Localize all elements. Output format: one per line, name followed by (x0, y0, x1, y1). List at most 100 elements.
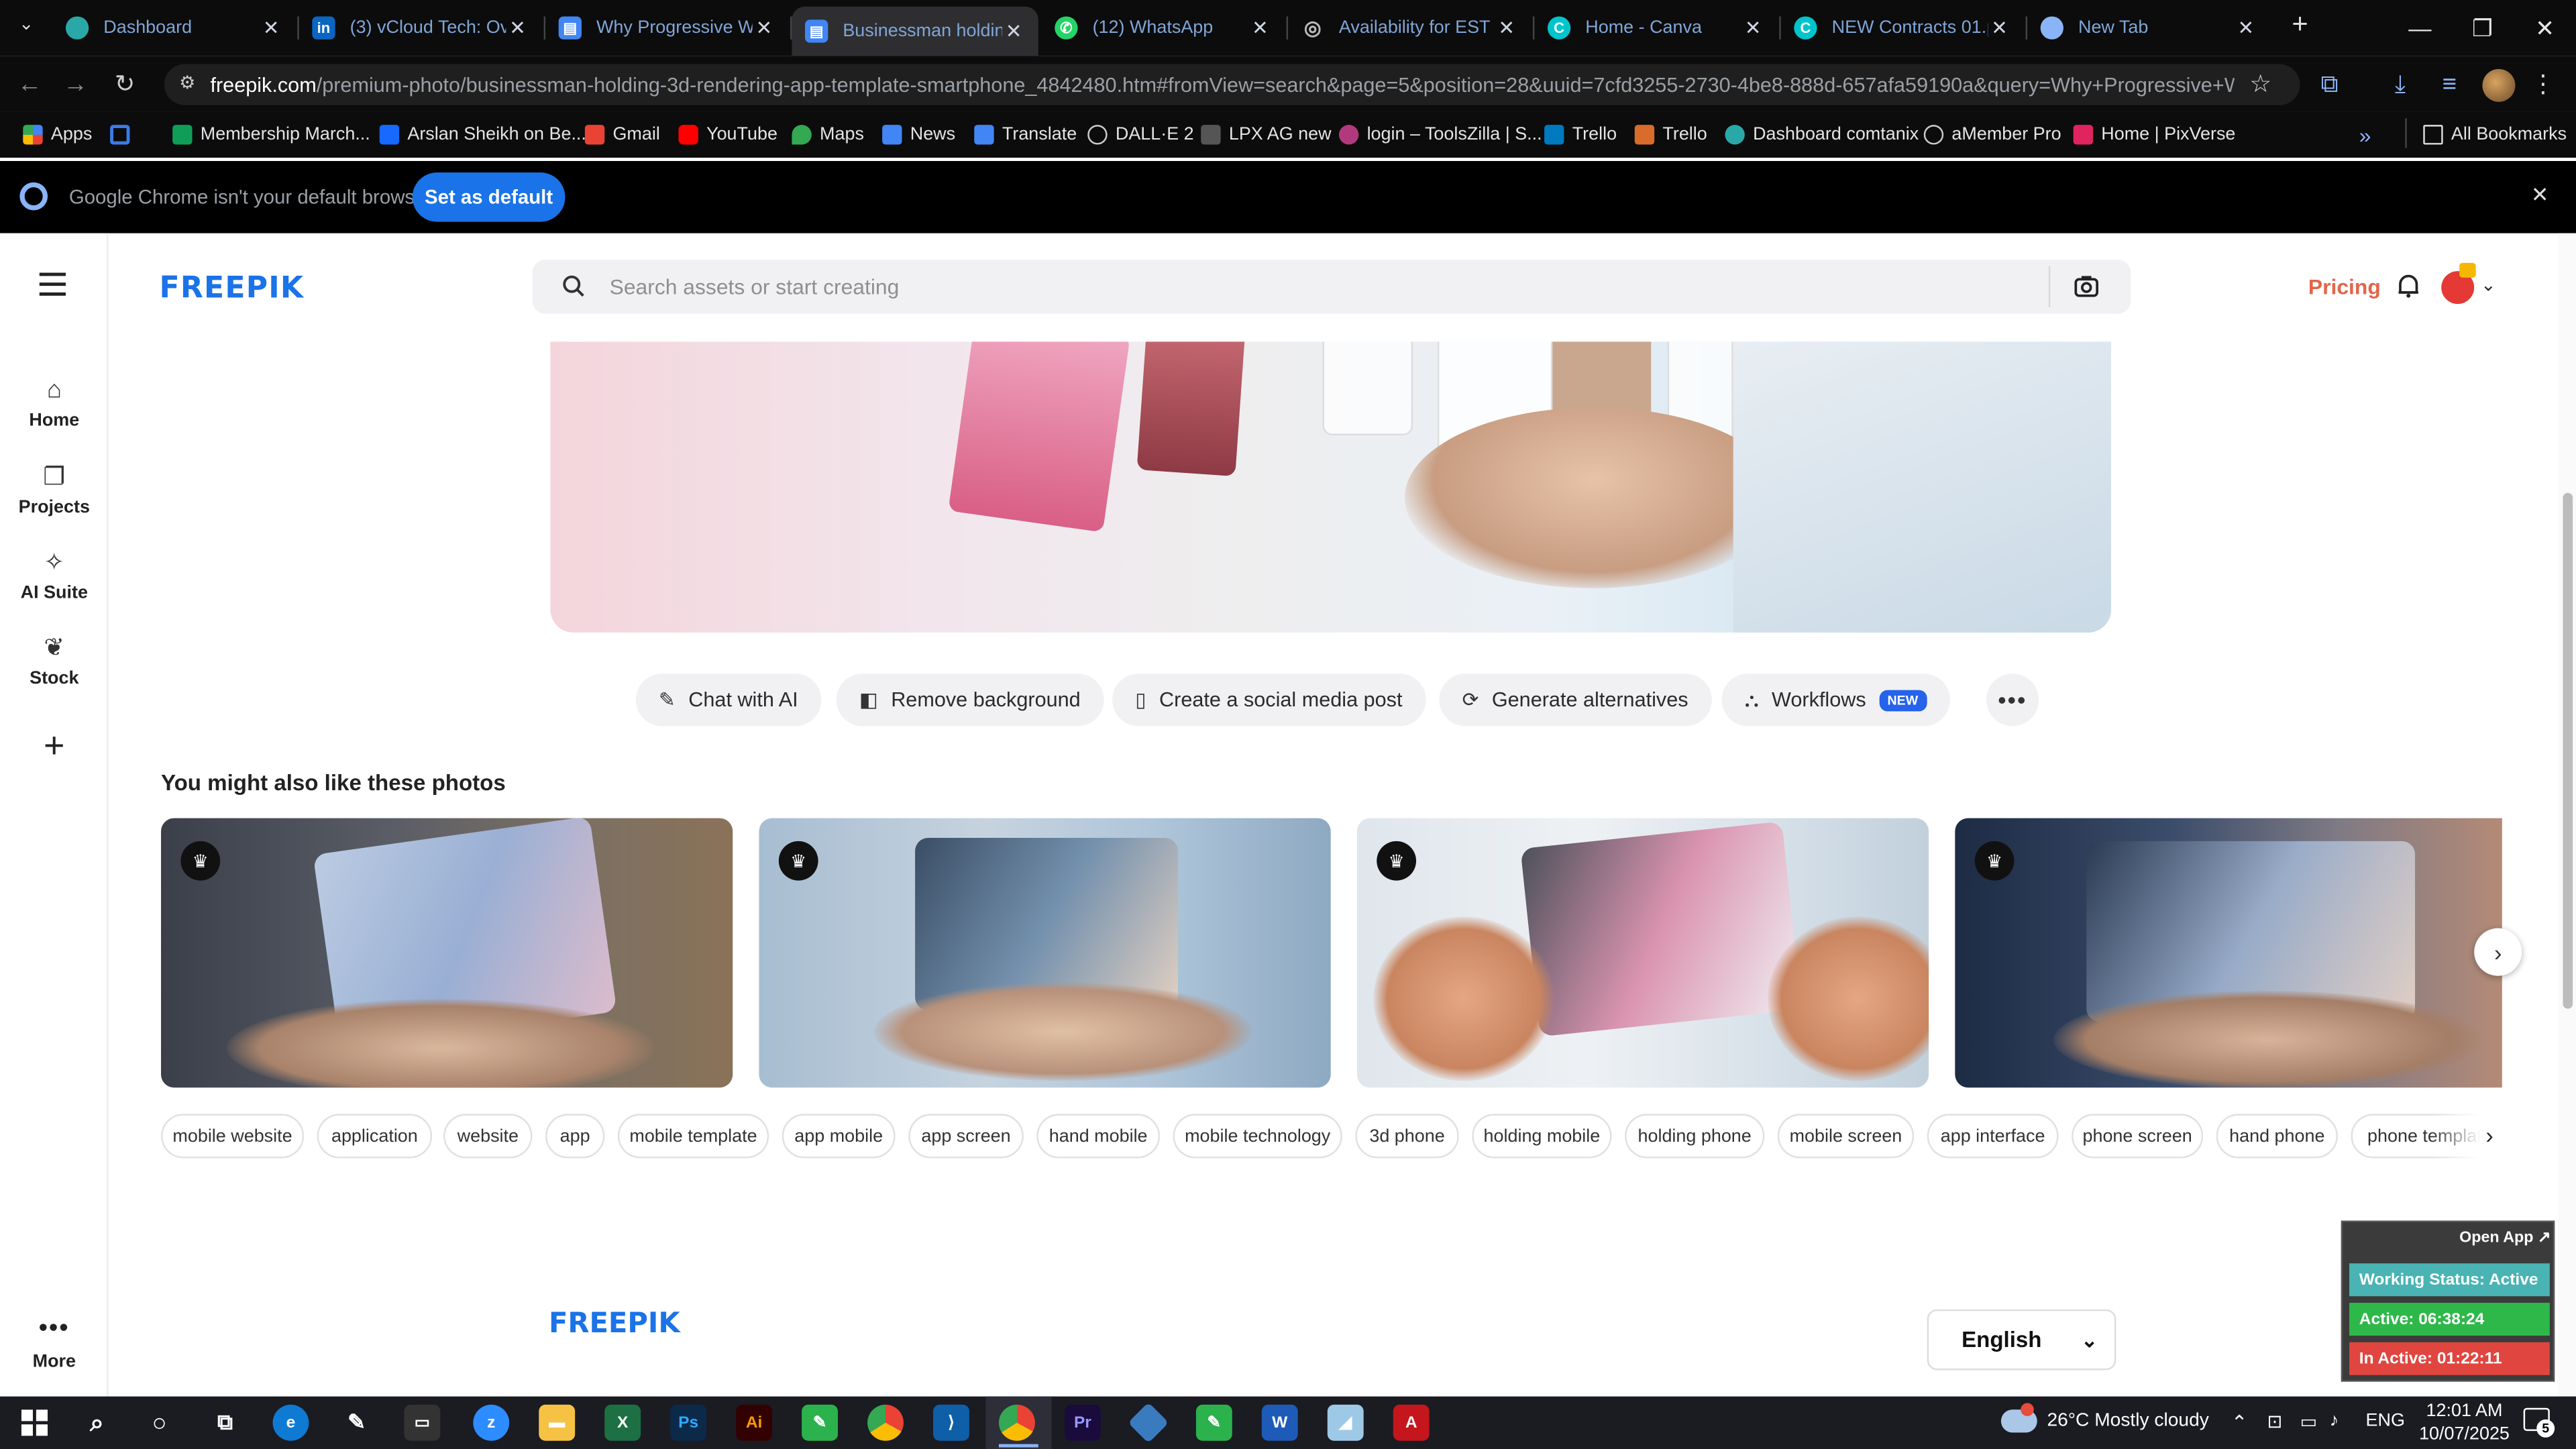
tag-chip[interactable]: mobile screen (1777, 1114, 1915, 1159)
rail-projects[interactable]: ❐ Projects (0, 462, 109, 518)
url-text[interactable]: freepik.com/premium-photo/businessman-ho… (210, 74, 2234, 97)
terminal-icon[interactable]: ▭ (404, 1404, 441, 1441)
camera-search-icon[interactable] (2074, 273, 2100, 299)
related-photo-card[interactable]: ♛ (161, 818, 733, 1088)
chevron-down-icon[interactable]: ⌄ (2481, 274, 2496, 295)
tag-chip[interactable]: 3d phone (1355, 1114, 1459, 1159)
browser-tab[interactable]: New Tab ✕ (2027, 7, 2270, 50)
generate-alternatives-button[interactable]: ⟳ Generate alternatives (1439, 674, 1711, 727)
chat-with-ai-button[interactable]: ✎ Chat with AI (635, 674, 821, 727)
all-bookmarks-button[interactable]: All Bookmarks (2423, 121, 2567, 148)
reload-icon[interactable]: ↻ (109, 67, 142, 100)
network-icon[interactable]: ▭ (2300, 1411, 2317, 1432)
rail-stock[interactable]: ❦ Stock (0, 633, 109, 688)
bookmark-item[interactable]: Gmail (584, 121, 660, 148)
back-arrow-icon[interactable]: ← (13, 67, 46, 100)
add-icon[interactable]: + (36, 727, 72, 765)
bookmark-item[interactable]: Dashboard comtanix (1725, 121, 1919, 148)
bookmark-item[interactable]: Arslan Sheikh on Be... (379, 121, 586, 148)
related-photo-card[interactable]: ♛ (759, 818, 1331, 1088)
browser-tab[interactable]: Dashboard ✕ (52, 7, 295, 50)
chrome-icon[interactable] (867, 1404, 904, 1441)
tag-chip[interactable]: holding mobile (1472, 1114, 1612, 1159)
close-tab-icon[interactable]: ✕ (753, 16, 775, 39)
close-window-icon[interactable]: ✕ (2514, 0, 2576, 56)
rail-ai-suite[interactable]: ✧ AI Suite (0, 547, 109, 603)
bookmark-item[interactable]: Home | PixVerse (2073, 121, 2235, 148)
bookmark-star-icon[interactable]: ☆ (2244, 67, 2277, 100)
notes-app-icon[interactable]: ✎ (1195, 1404, 1232, 1441)
tag-chip[interactable]: holding phone (1625, 1114, 1765, 1159)
close-tab-icon[interactable]: ✕ (1988, 16, 2010, 39)
tag-chip[interactable]: app interface (1927, 1114, 2059, 1159)
browser-tab-active[interactable]: ▤ Businessman holding ✕ (792, 6, 1038, 56)
tag-chip[interactable]: mobile template (617, 1114, 769, 1159)
set-default-button[interactable]: Set as default (412, 172, 566, 222)
bookmark-item[interactable]: DALL·E 2 (1087, 121, 1194, 148)
bookmark-item[interactable]: aMember Pro (1923, 121, 2061, 148)
pen-icon[interactable]: ✎ (338, 1405, 374, 1441)
volume-icon[interactable]: ♪ (2330, 1411, 2339, 1431)
close-tab-icon[interactable]: ✕ (2235, 16, 2257, 39)
open-app-link[interactable]: Open App ↗ (2459, 1229, 2551, 1247)
social-media-post-button[interactable]: ▯ Create a social media post (1112, 674, 1426, 727)
close-infobar-icon[interactable]: ✕ (2527, 182, 2553, 209)
clock-time[interactable]: 12:01 AM (2418, 1401, 2510, 1421)
language-select[interactable]: English ⌄ (1927, 1309, 2116, 1371)
rail-home[interactable]: ⌂ Home (0, 376, 109, 431)
site-info-icon[interactable]: ⚙ (174, 72, 201, 99)
tray-chevron-up-icon[interactable]: ⌃ (2231, 1411, 2248, 1434)
tag-chip[interactable]: hand phone (2216, 1114, 2338, 1159)
new-tab-button[interactable]: + (2284, 8, 2316, 44)
search-input[interactable]: Search assets or start creating (610, 274, 900, 299)
profile-avatar[interactable] (2482, 68, 2516, 102)
task-view-icon[interactable]: ⧉ (207, 1405, 244, 1441)
footer-freepik-logo[interactable]: FREEPIK (549, 1307, 680, 1340)
bookmark-item[interactable]: LPX AG new (1201, 121, 1332, 148)
related-photo-card[interactable]: ♛ (1955, 818, 2502, 1088)
cortana-icon[interactable]: ○ (142, 1405, 178, 1441)
hamburger-menu-icon[interactable] (39, 272, 66, 296)
close-tab-icon[interactable]: ✕ (1495, 16, 1518, 39)
bookmark-item[interactable]: Translate (974, 121, 1077, 148)
forward-arrow-icon[interactable]: → (59, 67, 92, 100)
acrobat-icon[interactable]: A (1393, 1404, 1430, 1441)
tag-chip[interactable]: app mobile (782, 1114, 896, 1159)
browser-tab[interactable]: ▤ Why Progressive Web ✕ (545, 7, 788, 50)
media-control-icon[interactable]: ≡ (2433, 67, 2466, 100)
bookmark-item[interactable]: login – ToolsZilla | S... (1338, 121, 1542, 148)
close-tab-icon[interactable]: ✕ (1002, 19, 1025, 42)
bookmark-item[interactable]: YouTube (678, 121, 777, 148)
browser-tab[interactable]: ◎ Availability for EST sh ✕ (1288, 7, 1531, 50)
bell-icon[interactable] (2396, 273, 2422, 299)
tray-icon[interactable]: ⊡ (2267, 1411, 2283, 1432)
minimize-icon[interactable]: — (2389, 0, 2451, 56)
search-icon[interactable]: ⌕ (79, 1405, 115, 1441)
tag-chip[interactable]: application (317, 1114, 433, 1159)
close-tab-icon[interactable]: ✕ (260, 16, 282, 39)
file-explorer-icon[interactable]: ▬ (539, 1404, 576, 1441)
word-icon[interactable]: W (1261, 1404, 1298, 1441)
browser-tab[interactable]: C NEW Contracts 01.pd ✕ (1781, 7, 2024, 50)
remove-background-button[interactable]: ◧ Remove background (836, 674, 1104, 727)
bookmark-item[interactable]: News (882, 121, 955, 148)
browser-tab[interactable]: C Home - Canva ✕ (1534, 7, 1777, 50)
tag-chip[interactable]: app screen (908, 1114, 1024, 1159)
illustrator-icon[interactable]: Ai (736, 1404, 773, 1441)
browser-tab[interactable]: ✆ (12) WhatsApp ✕ (1042, 7, 1285, 50)
bookmark-item[interactable]: Membership March... (172, 121, 370, 148)
tag-chip[interactable]: website (443, 1114, 533, 1159)
photoshop-icon[interactable]: Ps (670, 1404, 707, 1441)
pricing-link[interactable]: Pricing (2308, 274, 2381, 299)
tag-chip[interactable]: phone screen (2072, 1114, 2204, 1159)
close-tab-icon[interactable]: ✕ (506, 16, 529, 39)
clock-date[interactable]: 10/07/2025 (2415, 1424, 2514, 1444)
restore-icon[interactable]: ❐ (2451, 0, 2514, 56)
download-icon[interactable]: ⤓ (2383, 67, 2416, 100)
tag-chip[interactable]: mobile website (161, 1114, 305, 1159)
scrollbar-thumb[interactable] (2563, 492, 2573, 1009)
more-options-button[interactable]: ••• (1986, 674, 2039, 727)
excel-icon[interactable]: X (604, 1404, 641, 1441)
vscode-icon[interactable]: ⟩ (933, 1404, 969, 1441)
bookmark-grid[interactable] (110, 121, 138, 148)
